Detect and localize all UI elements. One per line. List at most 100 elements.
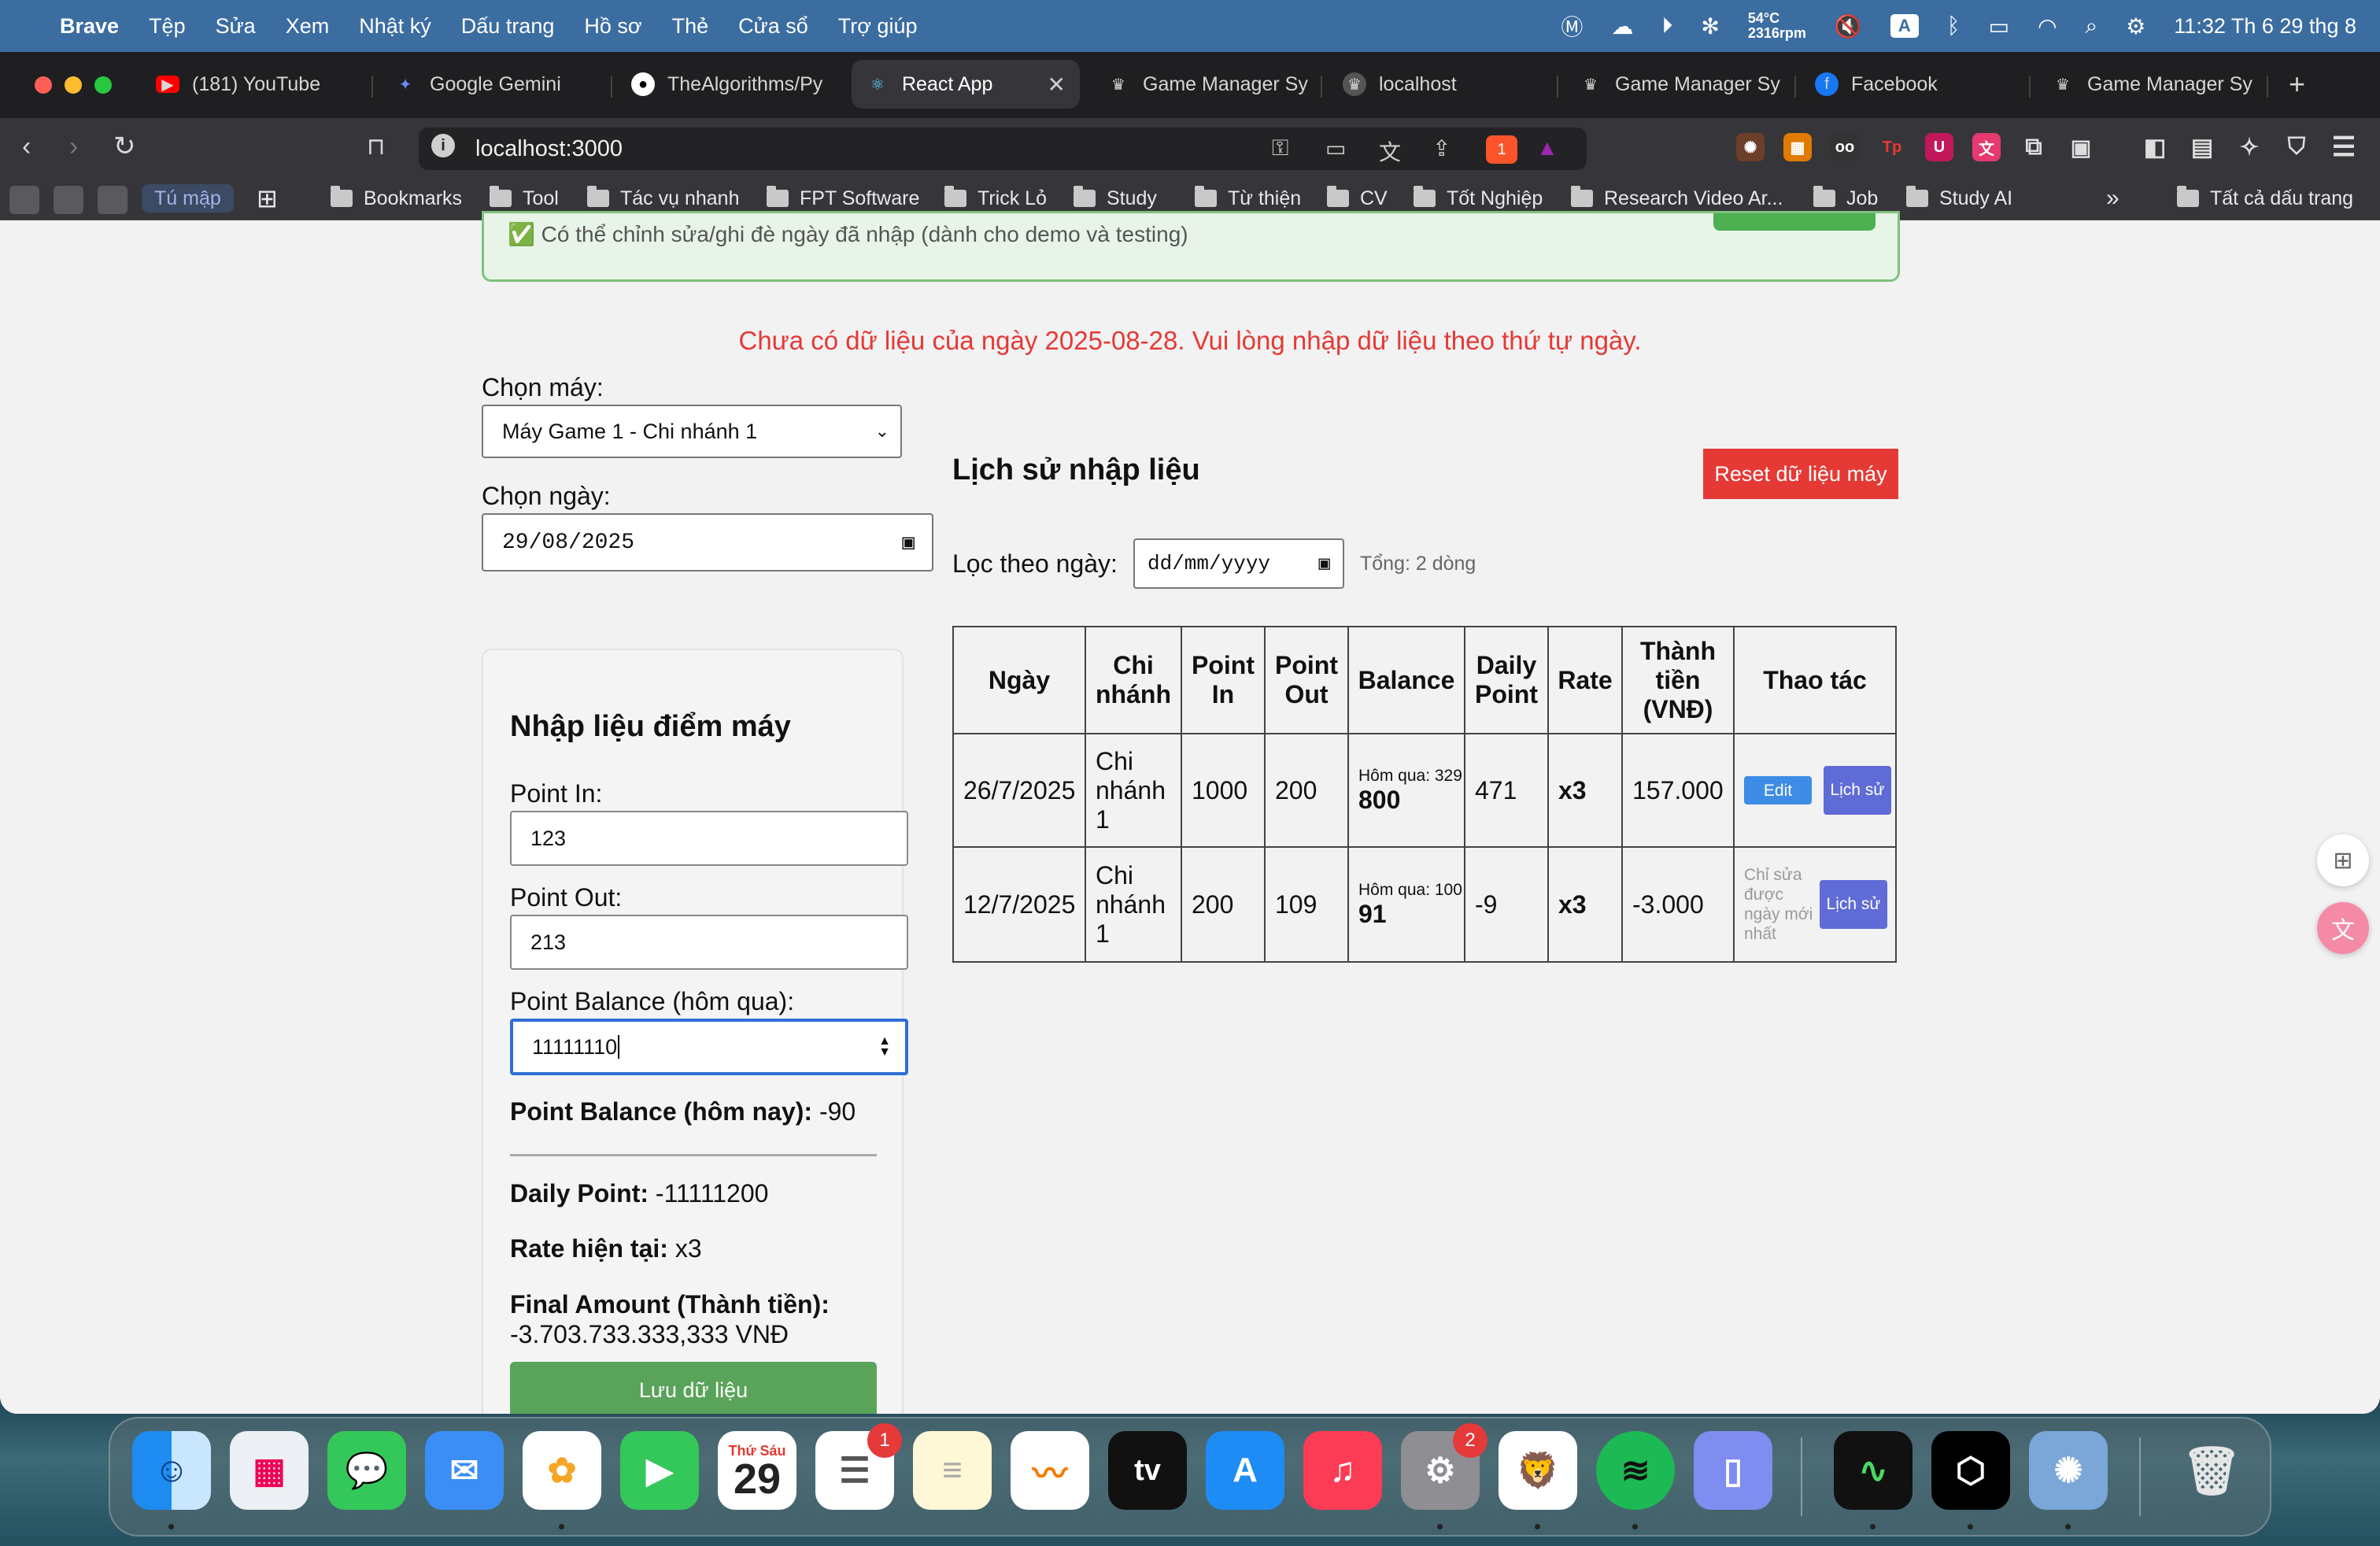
mute-icon[interactable]: 🔇 — [1835, 13, 1862, 39]
site-info-icon[interactable]: i — [431, 134, 455, 157]
close-tab-icon[interactable]: ✕ — [1048, 72, 1066, 98]
machine-select[interactable]: Máy Game 1 - Chi nhánh 1 ⌄ — [482, 405, 902, 458]
clock[interactable]: 11:32 Th 6 29 thg 8 — [2174, 14, 2356, 39]
photos-icon[interactable]: ✿ — [523, 1431, 601, 1510]
tab-github[interactable]: ● TheAlgorithms/Py — [617, 60, 845, 109]
point-in-input[interactable]: 123 — [510, 811, 908, 866]
notice-button[interactable] — [1713, 213, 1876, 231]
bookmark-job[interactable]: Job — [1813, 184, 1878, 213]
tab-game-manager-1[interactable]: ♛ Game Manager Sy — [1092, 60, 1321, 109]
tab-gemini[interactable]: ✦ Google Gemini — [379, 60, 609, 109]
fan-icon[interactable]: ✻ — [1701, 13, 1719, 39]
bookmark-quick-tasks[interactable]: Tác vụ nhanh — [587, 184, 740, 213]
url-text[interactable]: localhost:3000 — [475, 136, 623, 162]
more-bookmarks-icon[interactable]: » — [2106, 184, 2119, 213]
music-icon[interactable]: ♫ — [1303, 1431, 1382, 1510]
capture-icon[interactable]: ▣ — [2067, 133, 2095, 161]
new-tab-icon[interactable]: + — [2275, 60, 2322, 109]
menu-app-name[interactable]: Brave — [60, 14, 119, 39]
bookmark-all[interactable]: Tất cả dấu trang — [2177, 184, 2353, 213]
search-icon[interactable]: ⌕ — [2086, 13, 2098, 39]
extension-glasses-icon[interactable]: oo — [1831, 133, 1859, 161]
bookmark-study[interactable]: Study — [1074, 184, 1157, 213]
bookmark-icon[interactable]: ⊓ — [367, 129, 385, 164]
app-store-icon[interactable]: A — [1206, 1431, 1284, 1510]
date-input[interactable]: 29/08/2025 ▣ — [482, 513, 933, 571]
extension-ublock-icon[interactable]: U — [1925, 133, 1953, 161]
control-center-icon[interactable]: ⚙ — [2126, 13, 2145, 39]
history-button[interactable]: Lịch sử — [1823, 766, 1891, 815]
apps-grid-icon[interactable]: ⊞ — [257, 184, 278, 213]
share-icon[interactable]: ⇪ — [1432, 135, 1451, 161]
point-out-input[interactable]: 213 — [510, 915, 908, 970]
minimize-window-icon[interactable] — [65, 76, 82, 94]
tab-youtube[interactable]: ▶ (181) YouTube — [142, 60, 370, 109]
network-utility-icon[interactable]: ✺ — [2029, 1431, 2108, 1510]
balance-yesterday-input[interactable]: 11111110 ▲ ▼ — [510, 1019, 908, 1075]
vpn-icon[interactable]: ⛉ — [2282, 133, 2311, 161]
save-button[interactable]: Lưu dữ liệu — [510, 1362, 877, 1414]
bookmark-cv[interactable]: CV — [1327, 184, 1388, 213]
brave-icon[interactable]: 🦁 — [1499, 1431, 1577, 1510]
menu-profiles[interactable]: Hồ sơ — [584, 14, 641, 39]
extension-film-icon[interactable]: ✺ — [1736, 133, 1765, 161]
temp-readout[interactable]: 54°C 2316rpm — [1748, 11, 1806, 41]
menu-file[interactable]: Tệp — [149, 14, 186, 39]
brave-rewards-icon[interactable]: ▲ — [1536, 135, 1558, 161]
menu-help[interactable]: Trợ giúp — [838, 14, 918, 39]
finder-icon[interactable]: ☺ — [132, 1431, 211, 1510]
tab-react-app[interactable]: ⚛ React App ✕ — [852, 60, 1080, 109]
system-settings-icon[interactable]: ⚙ 2 — [1401, 1423, 1488, 1510]
bookmark-charity[interactable]: Từ thiện — [1195, 184, 1301, 213]
status-m-icon[interactable]: Ⓜ — [1561, 10, 1583, 42]
translate-float-icon[interactable]: 文 — [2317, 902, 2369, 954]
bookmark-fpt-software[interactable]: FPT Software — [767, 184, 919, 213]
launchpad-icon[interactable]: ▦ — [230, 1431, 309, 1510]
freeform-icon[interactable]: 〰 — [1011, 1431, 1089, 1510]
back-icon[interactable]: ‹ — [22, 129, 31, 164]
menu-view[interactable]: Xem — [286, 14, 330, 39]
tab-game-manager-2[interactable]: ♛ Game Manager Sy — [1565, 60, 1793, 109]
tab-group-label[interactable]: Tú mập — [142, 184, 234, 213]
menu-tab[interactable]: Thẻ — [672, 14, 709, 39]
play-circle-icon[interactable]: ⏵ — [1661, 13, 1672, 39]
reset-machine-data-button[interactable]: Reset dữ liệu máy — [1703, 449, 1898, 499]
key-icon[interactable]: ⚿ — [1272, 135, 1288, 161]
tab-group-dot[interactable] — [54, 186, 83, 214]
calendar-icon[interactable]: ▣ — [902, 531, 915, 555]
bookmark-tool[interactable]: Tool — [490, 184, 559, 213]
number-stepper-icon[interactable]: ▲ ▼ — [878, 1035, 891, 1059]
edit-button[interactable]: Edit — [1744, 776, 1812, 804]
messages-icon[interactable]: 💬 — [327, 1431, 406, 1510]
simulator-icon[interactable]: ▯ — [1694, 1431, 1772, 1510]
mail-icon[interactable]: ✉ — [425, 1431, 504, 1510]
menu-bookmarks[interactable]: Dấu trang — [461, 14, 555, 39]
address-bar[interactable]: i localhost:3000 ⚿ ▭ 文 ⇪ 1 ▲ — [419, 128, 1587, 170]
filter-date-input[interactable]: dd/mm/yyyy ▣ — [1133, 538, 1344, 589]
extension-tp-icon[interactable]: Tp — [1878, 133, 1906, 161]
reload-icon[interactable]: ↻ — [113, 129, 136, 164]
trash-icon[interactable]: 🗑 — [2172, 1431, 2251, 1510]
unity-icon[interactable]: ⬡ — [1931, 1431, 2010, 1510]
extension-translate-icon[interactable]: 文 — [1972, 133, 2001, 161]
extensions-puzzle-icon[interactable]: ⧉ — [2020, 133, 2048, 161]
tab-game-manager-3[interactable]: ♛ Game Manager Sy — [2037, 60, 2265, 109]
cloud-icon[interactable]: ☁ — [1611, 13, 1633, 39]
tab-facebook[interactable]: f Facebook — [1801, 60, 2029, 109]
input-source-icon[interactable]: A — [1890, 14, 1919, 38]
battery-icon[interactable]: ▭ — [1989, 13, 2009, 39]
bookmark-research-video[interactable]: Research Video Ar... — [1571, 184, 1783, 213]
activity-monitor-icon[interactable]: ∿ — [1834, 1431, 1913, 1510]
forward-icon[interactable]: › — [69, 129, 78, 164]
tab-group-dot[interactable] — [9, 186, 39, 214]
translate-icon[interactable]: 文 — [1379, 135, 1401, 167]
apple-tv-icon[interactable]: tv — [1108, 1431, 1187, 1510]
menu-history[interactable]: Nhật ký — [359, 14, 431, 39]
bookmark-bookmarks[interactable]: Bookmarks — [331, 184, 462, 213]
menu-edit[interactable]: Sửa — [216, 14, 256, 39]
wallet-icon[interactable]: ▤ — [2188, 133, 2216, 161]
notes-icon[interactable]: ≡ — [913, 1431, 992, 1510]
facetime-icon[interactable]: ▶ — [620, 1431, 699, 1510]
history-button[interactable]: Lịch sử — [1820, 880, 1887, 929]
sidebar-icon[interactable]: ◧ — [2141, 133, 2169, 161]
